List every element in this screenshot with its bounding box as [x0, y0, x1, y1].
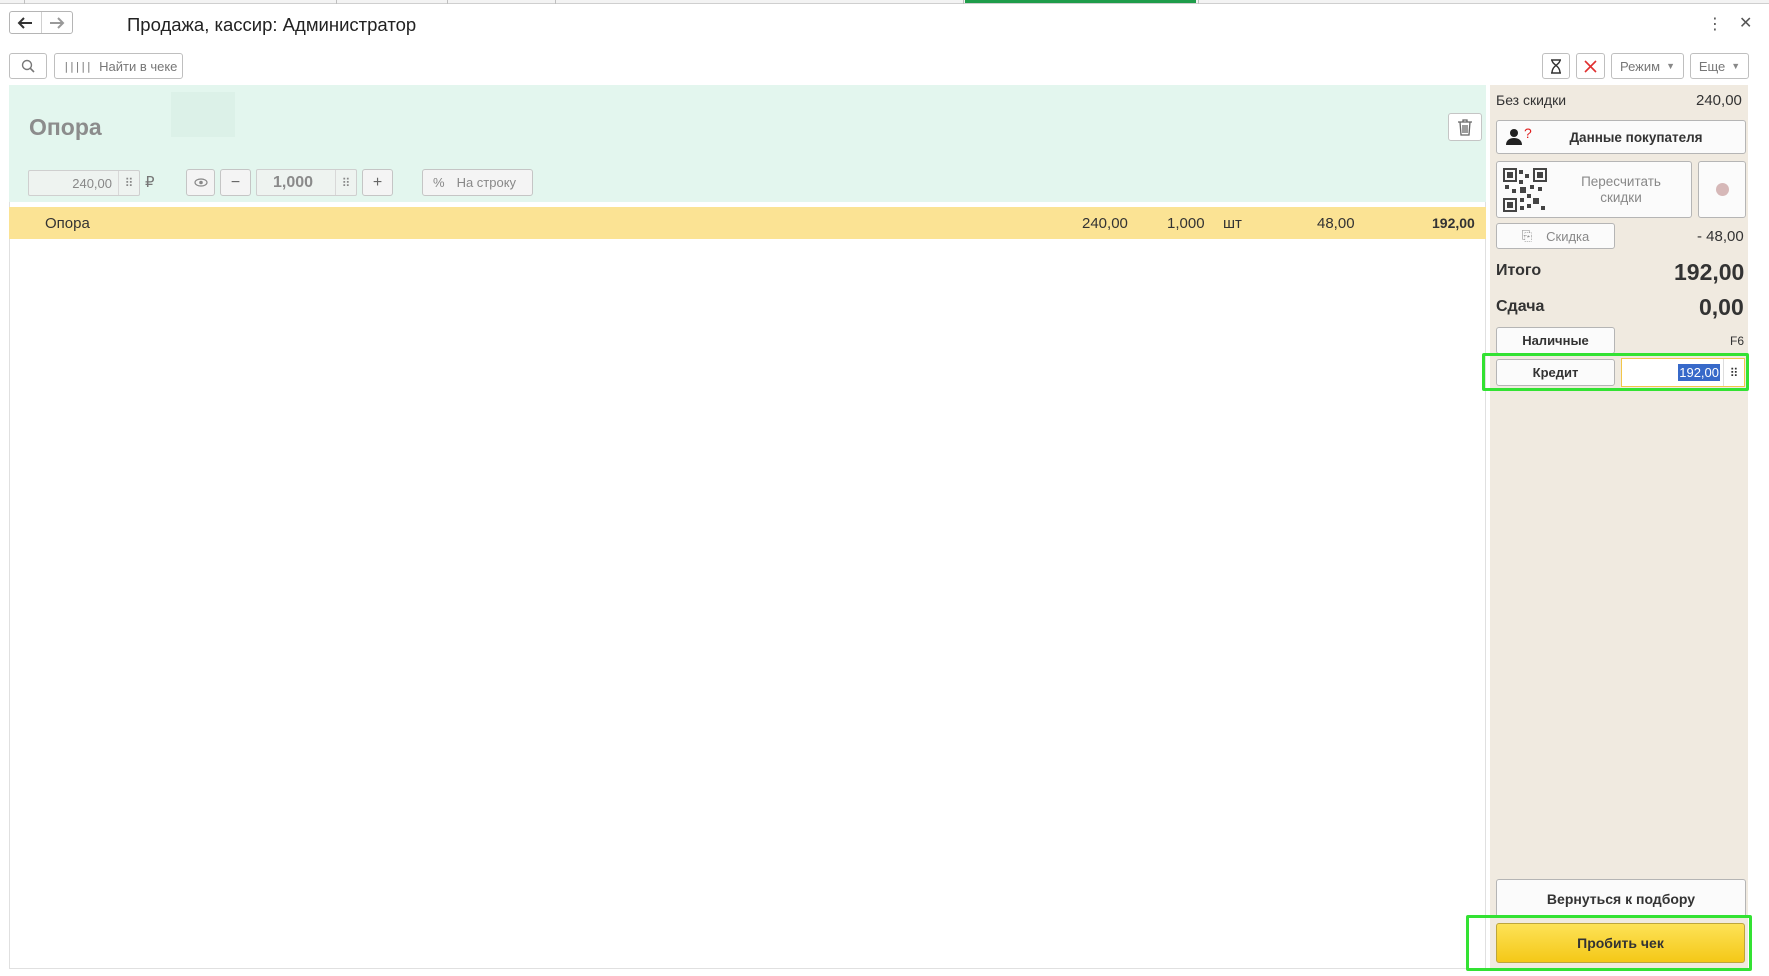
currency-sign: ₽	[145, 174, 155, 191]
credit-button[interactable]: Кредит	[1496, 359, 1615, 386]
hourglass-icon	[1551, 58, 1561, 74]
cancel-button[interactable]	[1576, 53, 1605, 79]
kebab-icon[interactable]: ⋮	[1707, 14, 1723, 34]
question-mark: ?	[1524, 125, 1532, 141]
tab-separator	[1198, 0, 1199, 4]
find-in-receipt-label: Найти в чеке	[99, 58, 178, 74]
line-discount-label: На строку	[456, 175, 517, 190]
line-discount: 48,00	[1317, 215, 1355, 232]
print-receipt-button[interactable]: Пробить чек	[1496, 923, 1745, 963]
cancel-icon	[1584, 59, 1597, 73]
active-tab-indicator[interactable]	[965, 0, 1196, 3]
customer-data-button[interactable]: ? Данные покупателя	[1496, 120, 1746, 154]
recalculate-discounts-label: Пересчитать скидки	[1581, 173, 1661, 205]
cash-hotkey: F6	[1730, 334, 1745, 348]
tab-separator	[963, 0, 964, 4]
change-value: 0,00	[1699, 294, 1744, 320]
quantity-field[interactable]: 1,000 ⠿	[256, 169, 357, 196]
navigation-buttons	[9, 11, 73, 34]
delete-line-button[interactable]	[1448, 113, 1482, 141]
close-icon[interactable]: ✕	[1739, 13, 1752, 33]
total-label: Итого	[1496, 262, 1542, 279]
no-discount-label: Без скидки	[1496, 92, 1567, 108]
cash-button[interactable]: Наличные	[1496, 327, 1615, 354]
view-button[interactable]	[186, 169, 215, 196]
credit-amount-input[interactable]: 192,00 ⠿	[1621, 358, 1745, 387]
customer-data-label: Данные покупателя	[1569, 129, 1703, 145]
price-field[interactable]: 240,00 ⠿	[28, 170, 140, 196]
calculator-icon[interactable]: ⠿	[1723, 359, 1744, 386]
discount-label: Скидка	[1546, 228, 1590, 244]
tab-strip	[0, 0, 1769, 4]
tab-separator	[555, 0, 556, 4]
tab-separator	[24, 0, 25, 4]
line-unit: шт	[1223, 215, 1242, 232]
change-label: Сдача	[1496, 298, 1545, 315]
chevron-down-icon: ▼	[1666, 61, 1675, 71]
table-row[interactable]: Опора 240,00 1,000 шт 48,00 192,00	[9, 207, 1486, 239]
line-name: Опора	[45, 215, 90, 232]
decrease-quantity-button[interactable]: −	[220, 169, 251, 196]
percent-icon: %	[433, 175, 445, 190]
discount-icon: ⎘	[1521, 228, 1533, 243]
search-icon	[21, 59, 35, 73]
calculator-icon[interactable]: ⠿	[335, 170, 356, 195]
credit-label: Кредит	[1532, 365, 1579, 380]
quantity-value: 1,000	[272, 173, 314, 191]
back-to-selection-button[interactable]: Вернуться к подбору	[1496, 879, 1746, 918]
credit-amount-value: 192,00	[1678, 363, 1720, 381]
mode-label: Режим	[1619, 58, 1661, 74]
more-label: Еще	[1698, 58, 1726, 74]
qr-code-icon	[1503, 168, 1547, 215]
recalculate-discounts-button[interactable]: Пересчитать скидки	[1496, 161, 1692, 218]
customer-icon	[1506, 128, 1522, 148]
chevron-down-icon: ▼	[1731, 61, 1741, 71]
line-discount-button[interactable]: % На строку	[422, 169, 533, 196]
barcode-icon: |||||	[63, 59, 92, 73]
round-indicator-button[interactable]	[1698, 161, 1746, 218]
minus-icon: −	[230, 173, 241, 191]
line-sum: 192,00	[1432, 215, 1475, 231]
no-discount-value: 240,00	[1696, 92, 1742, 109]
arrow-left-icon[interactable]	[10, 12, 41, 33]
trash-icon	[1458, 119, 1472, 136]
search-button[interactable]	[9, 53, 47, 79]
tab-separator	[447, 0, 448, 4]
line-quantity: 1,000	[1167, 215, 1205, 232]
print-receipt-label: Пробить чек	[1577, 935, 1664, 951]
product-name: Опора	[29, 114, 102, 140]
increase-quantity-button[interactable]: +	[362, 169, 393, 196]
receipt-lines-table	[9, 202, 1486, 969]
discount-button[interactable]: ⎘ Скидка	[1496, 223, 1615, 249]
find-in-receipt-button[interactable]: ||||| Найти в чеке	[54, 53, 183, 79]
back-to-selection-label: Вернуться к подбору	[1546, 890, 1696, 907]
arrow-right-icon[interactable]	[40, 12, 73, 33]
discount-value: - 48,00	[1697, 228, 1744, 245]
mode-dropdown[interactable]: Режим ▼	[1611, 53, 1684, 79]
credit-amount-wrap: 192,00	[1622, 363, 1723, 382]
cash-label: Наличные	[1522, 333, 1589, 348]
hourglass-button[interactable]	[1542, 53, 1570, 79]
circle-icon	[1715, 183, 1729, 196]
product-image-placeholder	[171, 92, 235, 137]
price-value: 240,00	[72, 175, 112, 191]
window-title: Продажа, кассир: Администратор	[127, 14, 417, 35]
plus-icon: +	[372, 173, 383, 191]
calculator-icon[interactable]: ⠿	[118, 171, 139, 195]
line-price: 240,00	[1082, 215, 1128, 232]
more-dropdown[interactable]: Еще ▼	[1690, 53, 1749, 79]
eye-icon	[193, 178, 208, 187]
tab-separator	[336, 0, 337, 4]
total-value: 192,00	[1674, 259, 1745, 285]
